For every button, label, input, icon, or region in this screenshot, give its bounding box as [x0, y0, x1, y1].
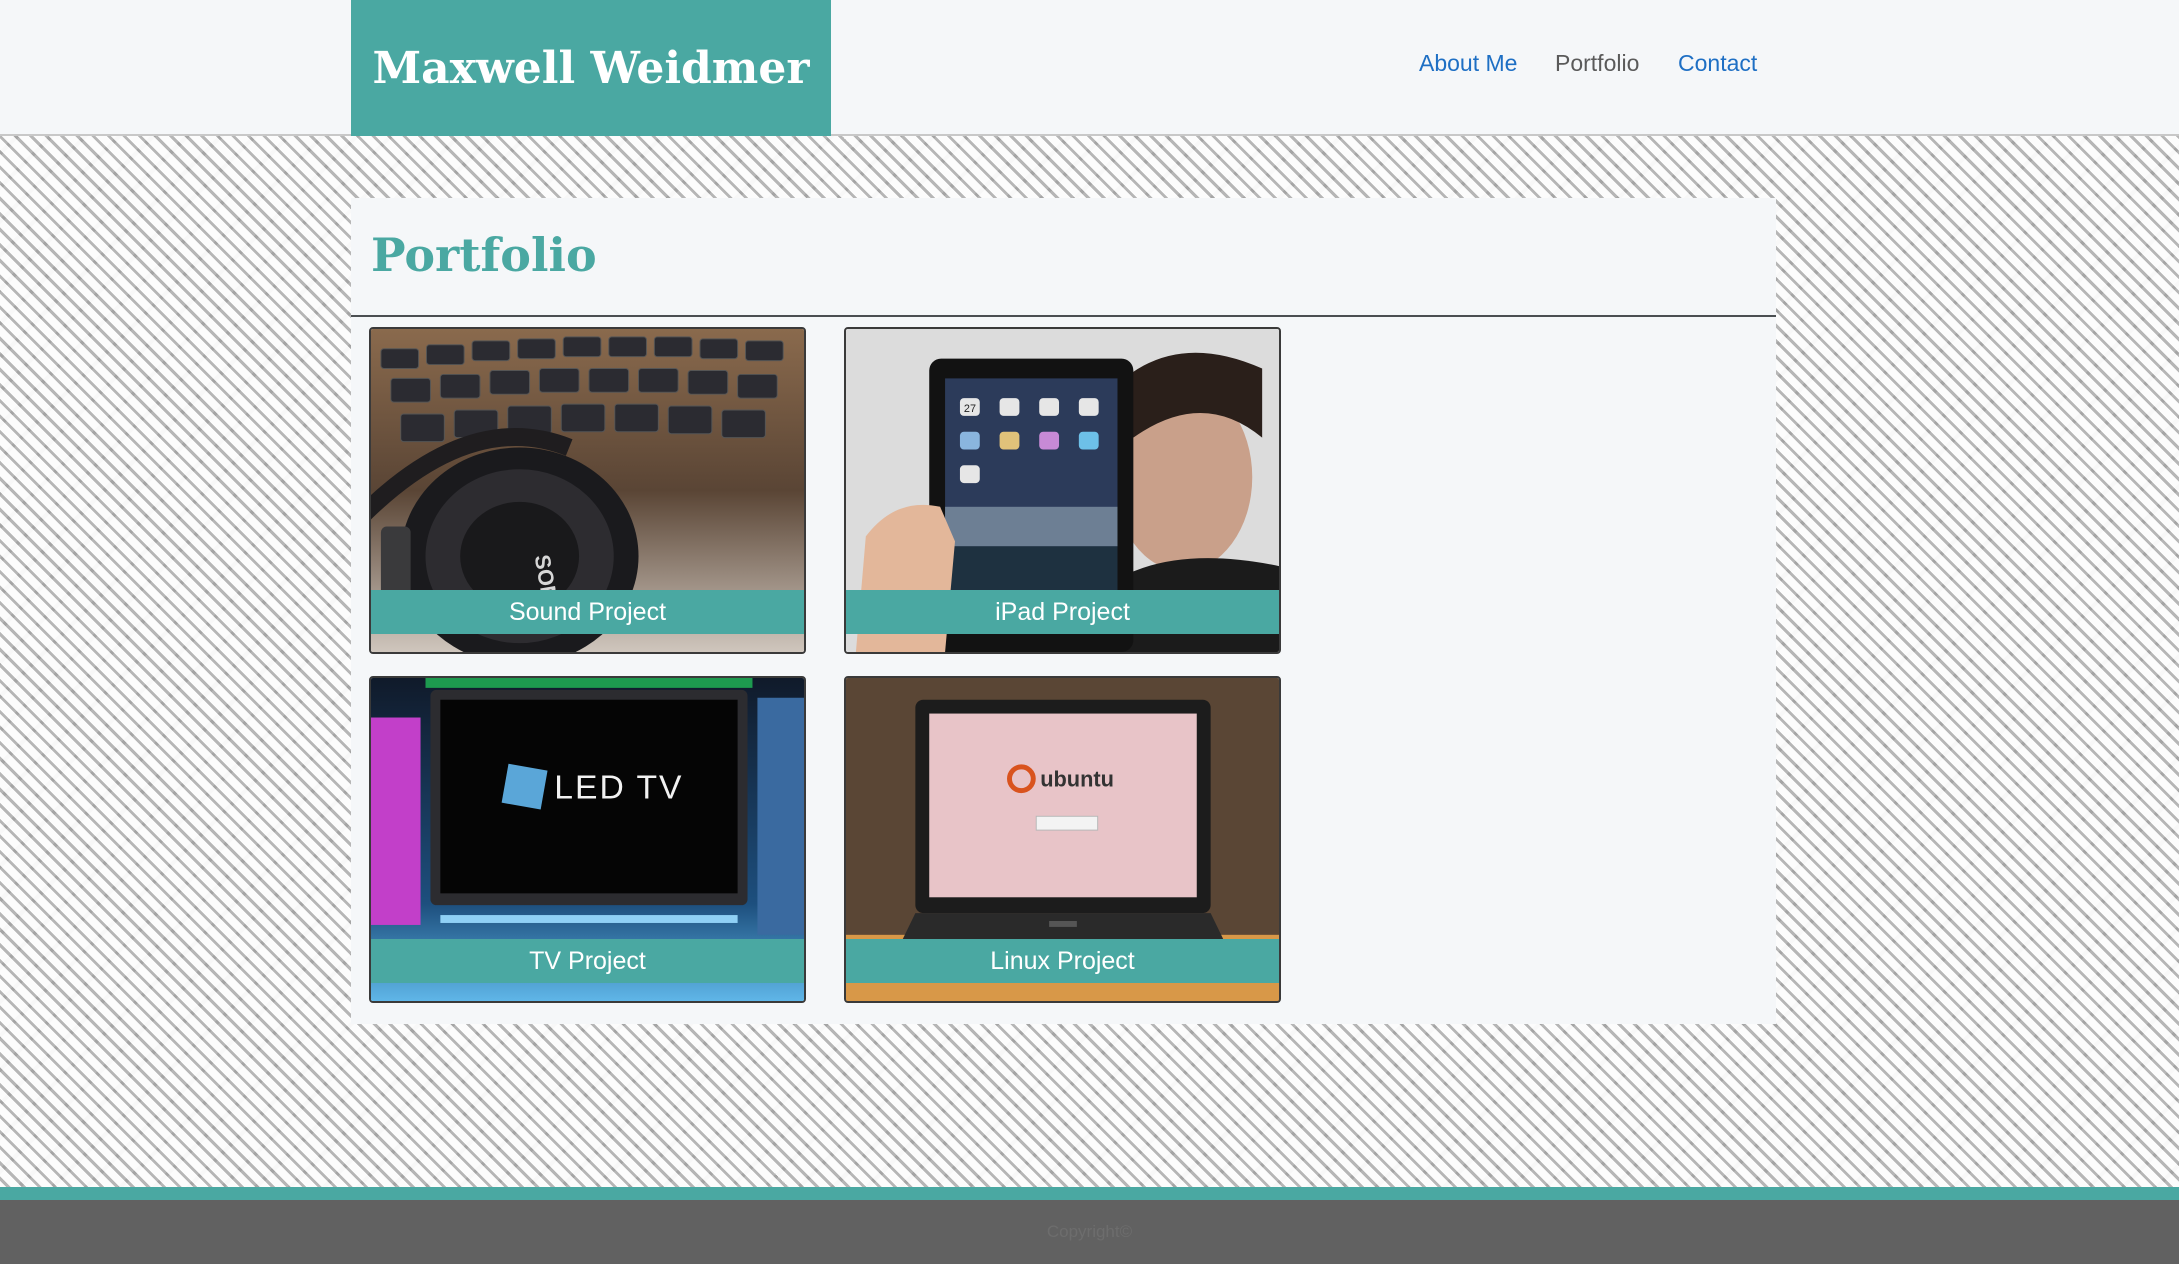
site-footer: Copyright© [0, 1200, 2179, 1264]
site-title[interactable]: Maxwell Weidmer [351, 0, 831, 136]
project-card-ipad[interactable]: 27 iPad Project [844, 327, 1281, 654]
led-tv-text: LED TV [554, 770, 683, 807]
calendar-icon-date: 27 [964, 403, 976, 415]
project-card-tv[interactable]: LED TV TV Project [369, 676, 806, 1003]
project-card-linux[interactable]: ubuntu Linux Project [844, 676, 1281, 1003]
project-label: Sound Project [371, 590, 804, 634]
ubuntu-logo-text: ubuntu [1040, 767, 1114, 792]
copyright-text: Copyright© [1046, 1222, 1133, 1241]
site-header: Maxwell Weidmer About Me Portfolio Conta… [0, 0, 2179, 136]
nav-link-contact[interactable]: Contact [1678, 50, 1757, 77]
project-label: TV Project [371, 939, 804, 983]
divider [351, 315, 1776, 317]
project-label: iPad Project [846, 590, 1279, 634]
page-title: Portfolio [371, 228, 597, 282]
nav-link-about-me[interactable]: About Me [1419, 50, 1517, 77]
portfolio-section: Portfolio SONY Sound Project 27 iPad Pro… [351, 198, 1776, 1024]
project-label: Linux Project [846, 939, 1279, 983]
nav-link-portfolio[interactable]: Portfolio [1555, 50, 1639, 77]
footer-accent-bar [0, 1187, 2179, 1200]
project-card-sound[interactable]: SONY Sound Project [369, 327, 806, 654]
